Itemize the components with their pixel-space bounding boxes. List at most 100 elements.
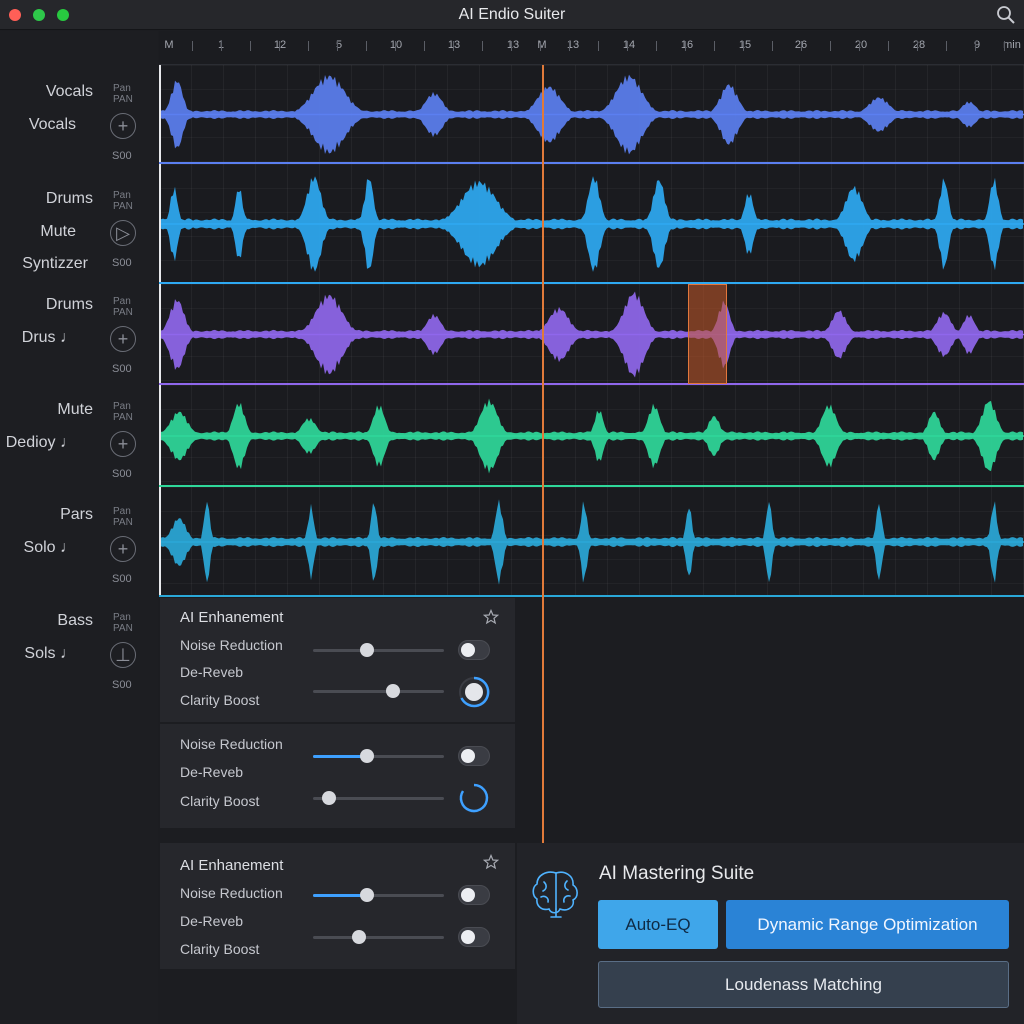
toggle-knob [461, 888, 475, 902]
waveform [159, 74, 1024, 155]
track-name[interactable]: Bass [57, 612, 93, 630]
track-name[interactable]: Pars [60, 506, 93, 524]
clarity-boost-label: Clarity Boost [180, 941, 260, 957]
ruler-label: 16 [680, 39, 694, 51]
track-control-button[interactable]: + [110, 113, 136, 139]
waveform [159, 291, 1024, 378]
slider-thumb[interactable] [359, 749, 374, 763]
track-label[interactable]: Sols ♩ [24, 645, 76, 663]
track-name[interactable]: Vocals [46, 83, 93, 101]
waveform-lane[interactable] [159, 385, 1024, 487]
ruler-tick [743, 41, 744, 51]
track-label[interactable]: Drus ♩ [22, 329, 76, 347]
auto-eq-button[interactable]: Auto-EQ [598, 900, 718, 949]
star-icon[interactable] [483, 854, 499, 870]
slider-thumb[interactable] [351, 930, 366, 944]
track-label[interactable]: Solo ♩ [24, 539, 76, 557]
ruler-tick [801, 41, 802, 51]
waveform [159, 398, 1024, 474]
slider-fill [313, 755, 367, 758]
waveform-lane[interactable] [159, 164, 1024, 284]
loudness-matching-button[interactable]: Loudenass Matching [598, 961, 1009, 1008]
ruler-tick [888, 41, 889, 51]
lane-left-edge [159, 487, 161, 597]
clarity-boost-label: Clarity Boost [180, 692, 260, 708]
slider-thumb[interactable] [359, 643, 374, 657]
search-icon[interactable] [996, 5, 1016, 25]
clarity-boost-slider[interactable] [313, 930, 444, 944]
track-lanes[interactable] [159, 65, 1024, 597]
noise-reduction-toggle[interactable] [458, 746, 490, 766]
solo-label[interactable]: S00 [112, 150, 132, 162]
track-label[interactable]: Mute [40, 223, 76, 241]
ruler-label: 12 [273, 39, 287, 51]
waveform [159, 176, 1024, 272]
noise-reduction-toggle[interactable] [458, 640, 490, 660]
ruler-label: 14 [622, 39, 636, 51]
ruler-tick [859, 41, 860, 51]
noise-reduction-slider[interactable] [313, 749, 444, 763]
track-name[interactable]: Drums [46, 190, 93, 208]
timeline-ruler[interactable]: M1125101313M131416152620289min [159, 31, 1024, 65]
solo-label[interactable]: S00 [112, 363, 132, 375]
clarity-boost-dial[interactable] [458, 676, 490, 708]
track-sublabel: Syntizzer [22, 255, 88, 272]
waveform-lane[interactable] [159, 65, 1024, 164]
ruler-tick [192, 41, 193, 51]
clarity-boost-slider[interactable] [313, 684, 444, 698]
ruler-tick [540, 41, 541, 51]
waveform-lane[interactable] [159, 284, 1024, 385]
waveform-lane[interactable] [159, 487, 1024, 597]
slider-thumb[interactable] [359, 888, 374, 902]
ruler-tick [917, 41, 918, 51]
star-icon[interactable] [483, 609, 499, 625]
clarity-boost-dial[interactable] [458, 782, 490, 814]
dynamic-range-optimization-button[interactable]: Dynamic Range Optimization [726, 900, 1009, 949]
slider-thumb[interactable] [321, 791, 336, 805]
track-header: Mute Dedioy ♩ Pan PAN + S00 [0, 389, 158, 495]
solo-label[interactable]: S00 [112, 257, 132, 269]
solo-label[interactable]: S00 [112, 573, 132, 585]
track-control-button[interactable]: + [110, 326, 136, 352]
ruler-label: 13 [447, 39, 461, 51]
ruler-label: 13 [506, 39, 520, 51]
track-control-button[interactable]: + [110, 536, 136, 562]
ruler-tick [221, 41, 222, 51]
noise-reduction-slider[interactable] [313, 888, 444, 902]
pan-label: Pan PAN [113, 401, 133, 423]
solo-label[interactable]: S00 [112, 468, 132, 480]
solo-label[interactable]: S00 [112, 679, 132, 691]
track-control-button[interactable]: ▷ [110, 220, 136, 246]
panel-title: AI Enhanement [180, 609, 284, 626]
de-reverb-label: De-Reveb [180, 764, 244, 780]
de-reverb-label: De-Reveb [180, 913, 244, 929]
slider-thumb[interactable] [385, 684, 400, 698]
playhead[interactable] [542, 65, 544, 845]
track-name[interactable]: Mute [57, 401, 93, 419]
ruler-tick [627, 41, 628, 51]
ruler-label: 20 [854, 39, 868, 51]
ruler-tick [685, 41, 686, 51]
track-control-button[interactable]: + [110, 431, 136, 457]
toggle-knob [461, 643, 475, 657]
track-control-button[interactable]: ⊥ [110, 642, 136, 668]
de-reverb-label: De-Reveb [180, 664, 244, 680]
pan-label: Pan PAN [113, 296, 133, 318]
lane-left-edge [159, 65, 161, 164]
toggle-knob [461, 749, 475, 763]
ruler-tick [308, 41, 309, 51]
track-header: Drums Drus ♩ Pan PAN + S00 [0, 284, 158, 390]
lane-divider [159, 595, 1024, 597]
track-label[interactable]: Dedioy ♩ [6, 434, 76, 452]
noise-reduction-slider[interactable] [313, 643, 444, 657]
ruler-tick [453, 41, 454, 51]
clarity-boost-slider[interactable] [313, 791, 444, 805]
ruler-tick [656, 41, 657, 51]
clarity-boost-toggle[interactable] [458, 927, 490, 947]
noise-reduction-label: Noise Reduction [180, 885, 283, 901]
noise-reduction-toggle[interactable] [458, 885, 490, 905]
track-name[interactable]: Drums [46, 296, 93, 314]
lane-left-edge [159, 385, 161, 487]
track-label[interactable]: Vocals [29, 116, 76, 134]
selected-region[interactable] [688, 284, 727, 384]
